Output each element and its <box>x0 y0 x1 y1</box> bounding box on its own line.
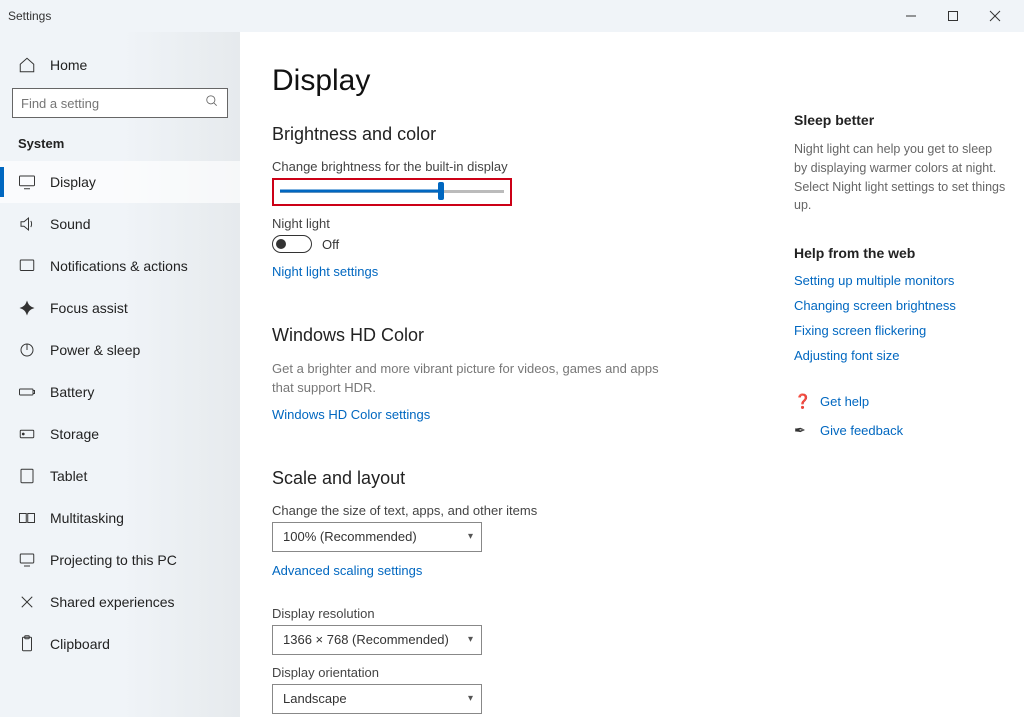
nav-label: Power & sleep <box>50 342 140 358</box>
display-icon <box>18 173 36 191</box>
sleep-better-heading: Sleep better <box>794 112 1006 128</box>
home-button[interactable]: Home <box>0 50 240 88</box>
night-light-settings-link[interactable]: Night light settings <box>272 264 378 279</box>
scale-heading: Scale and layout <box>272 468 754 489</box>
sound-icon <box>18 215 36 233</box>
clipboard-icon <box>18 635 36 653</box>
feedback-link[interactable]: Give feedback <box>820 423 903 438</box>
chevron-down-icon: ▾ <box>468 634 473 645</box>
night-light-toggle[interactable] <box>272 235 312 253</box>
resolution-label: Display resolution <box>272 606 754 621</box>
advanced-scaling-link[interactable]: Advanced scaling settings <box>272 563 422 578</box>
settings-panel: Display Brightness and color Change brig… <box>240 32 794 717</box>
chevron-down-icon: ▾ <box>468 531 473 542</box>
maximize-button[interactable] <box>932 2 974 30</box>
nav-label: Multitasking <box>50 510 124 526</box>
window-title: Settings <box>8 9 890 23</box>
help-icon: ❓ <box>794 393 810 410</box>
multitasking-icon <box>18 509 36 527</box>
window-controls <box>890 2 1016 30</box>
chevron-down-icon: ▾ <box>468 693 473 704</box>
feedback-row[interactable]: ✒ Give feedback <box>794 422 1006 439</box>
orientation-label: Display orientation <box>272 665 754 680</box>
nav-shared-experiences[interactable]: Shared experiences <box>0 581 240 623</box>
get-help-link[interactable]: Get help <box>820 394 869 409</box>
nav-label: Sound <box>50 216 90 232</box>
search-icon <box>205 94 219 113</box>
home-icon <box>18 56 36 74</box>
feedback-icon: ✒ <box>794 422 810 439</box>
nav-clipboard[interactable]: Clipboard <box>0 623 240 665</box>
minimize-button[interactable] <box>890 2 932 30</box>
focus-icon <box>18 299 36 317</box>
hd-heading: Windows HD Color <box>272 325 754 346</box>
help-web-heading: Help from the web <box>794 245 1006 261</box>
nav-display[interactable]: Display <box>0 161 240 203</box>
night-light-label: Night light <box>272 216 754 231</box>
resolution-dropdown[interactable]: 1366 × 768 (Recommended) ▾ <box>272 625 482 655</box>
search-input[interactable] <box>12 88 228 118</box>
battery-icon <box>18 383 36 401</box>
nav-label: Focus assist <box>50 300 128 316</box>
sleep-better-text: Night light can help you get to sleep by… <box>794 140 1006 215</box>
home-label: Home <box>50 57 87 73</box>
aside-panel: Sleep better Night light can help you ge… <box>794 32 1024 717</box>
nav-label: Shared experiences <box>50 594 175 610</box>
nav-multitasking[interactable]: Multitasking <box>0 497 240 539</box>
orientation-dropdown[interactable]: Landscape ▾ <box>272 684 482 714</box>
power-icon <box>18 341 36 359</box>
search-field[interactable] <box>21 96 205 111</box>
nav-label: Storage <box>50 426 99 442</box>
nav-list: Display Sound Notifications & actions Fo… <box>0 161 240 665</box>
nav-storage[interactable]: Storage <box>0 413 240 455</box>
help-link-brightness[interactable]: Changing screen brightness <box>794 298 1006 313</box>
get-help-row[interactable]: ❓ Get help <box>794 393 1006 410</box>
help-link-font-size[interactable]: Adjusting font size <box>794 348 1006 363</box>
brightness-slider[interactable] <box>280 184 504 198</box>
sidebar-section: System <box>0 136 240 161</box>
nav-notifications[interactable]: Notifications & actions <box>0 245 240 287</box>
brightness-slider-highlight <box>272 178 512 206</box>
night-light-state: Off <box>322 237 339 252</box>
nav-label: Projecting to this PC <box>50 552 177 568</box>
nav-label: Battery <box>50 384 94 400</box>
titlebar: Settings <box>0 0 1024 32</box>
help-link-flickering[interactable]: Fixing screen flickering <box>794 323 1006 338</box>
nav-focus-assist[interactable]: Focus assist <box>0 287 240 329</box>
nav-label: Notifications & actions <box>50 258 188 274</box>
help-link-multiple-monitors[interactable]: Setting up multiple monitors <box>794 273 1006 288</box>
page-title: Display <box>272 64 754 98</box>
orientation-value: Landscape <box>283 691 347 706</box>
nav-tablet[interactable]: Tablet <box>0 455 240 497</box>
brightness-heading: Brightness and color <box>272 124 754 145</box>
nav-sound[interactable]: Sound <box>0 203 240 245</box>
tablet-icon <box>18 467 36 485</box>
brightness-slider-label: Change brightness for the built-in displ… <box>272 159 754 174</box>
nav-label: Display <box>50 174 96 190</box>
storage-icon <box>18 425 36 443</box>
scale-size-label: Change the size of text, apps, and other… <box>272 503 754 518</box>
hd-desc: Get a brighter and more vibrant picture … <box>272 360 672 398</box>
shared-icon <box>18 593 36 611</box>
notifications-icon <box>18 257 36 275</box>
nav-label: Tablet <box>50 468 87 484</box>
scale-size-dropdown[interactable]: 100% (Recommended) ▾ <box>272 522 482 552</box>
nav-projecting[interactable]: Projecting to this PC <box>0 539 240 581</box>
resolution-value: 1366 × 768 (Recommended) <box>283 632 449 647</box>
nav-power-sleep[interactable]: Power & sleep <box>0 329 240 371</box>
projecting-icon <box>18 551 36 569</box>
close-button[interactable] <box>974 2 1016 30</box>
hd-settings-link[interactable]: Windows HD Color settings <box>272 407 430 422</box>
nav-label: Clipboard <box>50 636 110 652</box>
sidebar: Home System Display Sound Notifications … <box>0 32 240 717</box>
nav-battery[interactable]: Battery <box>0 371 240 413</box>
scale-size-value: 100% (Recommended) <box>283 529 417 544</box>
